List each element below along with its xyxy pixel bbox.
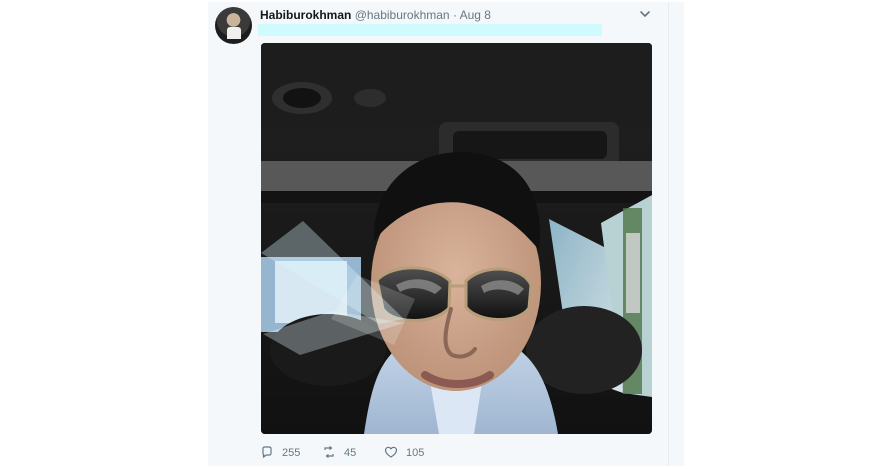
user-handle[interactable]: @habiburokhman [355, 8, 450, 22]
reply-count: 255 [282, 447, 301, 459]
retweet-action[interactable]: 45 [322, 444, 356, 462]
tweet-text-highlight [258, 24, 602, 36]
tweet-header: Habiburokhman @habiburokhman · Aug 8 [260, 7, 660, 23]
heart-icon [384, 445, 406, 462]
retweet-icon [322, 445, 344, 462]
tweet-card[interactable]: Habiburokhman @habiburokhman · Aug 8 255… [208, 2, 669, 466]
screenshot-canvas: Habiburokhman @habiburokhman · Aug 8 255… [0, 0, 890, 469]
header-separator: · [452, 8, 457, 22]
display-name[interactable]: Habiburokhman [260, 8, 351, 22]
chevron-down-icon[interactable] [638, 7, 652, 21]
avatar[interactable] [215, 7, 252, 44]
tweet-actions: 255 45 105 [260, 444, 520, 462]
like-count: 105 [406, 447, 425, 459]
timeline-panel: Habiburokhman @habiburokhman · Aug 8 255… [208, 2, 684, 466]
like-action[interactable]: 105 [384, 444, 424, 462]
tweet-photo[interactable] [261, 43, 652, 434]
photo-selfie-illustration [261, 43, 652, 434]
tweet-date[interactable]: Aug 8 [460, 8, 491, 22]
reply-action[interactable]: 255 [260, 444, 300, 462]
reply-icon [260, 445, 282, 462]
retweet-count: 45 [344, 447, 357, 459]
